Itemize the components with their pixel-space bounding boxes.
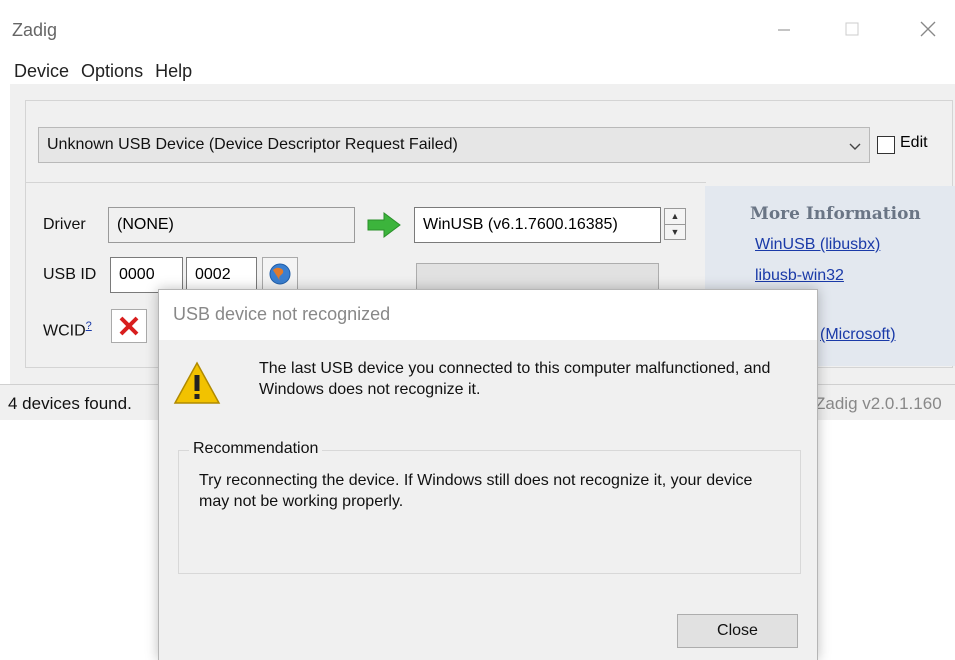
close-window-button[interactable] bbox=[908, 12, 948, 46]
spin-down-icon[interactable]: ▼ bbox=[665, 225, 685, 240]
globe-icon bbox=[269, 263, 291, 285]
more-info-title: More Information bbox=[750, 204, 921, 224]
driver-spinner[interactable]: ▲ ▼ bbox=[664, 208, 686, 240]
menu-bar: Device Options Help bbox=[8, 58, 198, 84]
dialog-body: The last USB device you connected to thi… bbox=[159, 340, 817, 660]
link-winusb[interactable]: WinUSB (libusbx) bbox=[755, 236, 880, 254]
usb-not-recognized-dialog: USB device not recognized The last USB d… bbox=[158, 289, 818, 660]
chevron-down-icon bbox=[849, 128, 861, 162]
link-libusb-win32[interactable]: libusb-win32 bbox=[755, 267, 844, 285]
minimize-icon bbox=[778, 29, 790, 31]
recommendation-group bbox=[178, 450, 801, 574]
link-microsoft[interactable]: (Microsoft) bbox=[820, 326, 896, 344]
red-x-icon bbox=[119, 316, 139, 336]
wcid-help-link[interactable]: ? bbox=[86, 320, 92, 332]
globe-button[interactable] bbox=[262, 257, 298, 291]
menu-options[interactable]: Options bbox=[75, 58, 149, 84]
window-title: Zadig bbox=[12, 20, 58, 40]
green-arrow-icon bbox=[366, 210, 404, 240]
warning-icon bbox=[173, 360, 221, 406]
dialog-message: The last USB device you connected to thi… bbox=[259, 360, 771, 398]
target-driver-field[interactable]: WinUSB (v6.1.7600.16385) bbox=[414, 207, 661, 243]
menu-device[interactable]: Device bbox=[8, 58, 75, 84]
recommendation-legend: Recommendation bbox=[189, 440, 323, 458]
usb-pid-field[interactable]: 0002 bbox=[186, 257, 257, 293]
dialog-title: USB device not recognized bbox=[173, 304, 391, 324]
close-dialog-button[interactable]: Close bbox=[677, 614, 798, 648]
usb-id-label: USB ID bbox=[43, 266, 97, 283]
status-device-count: 4 devices found. bbox=[8, 394, 132, 413]
device-select-value: Unknown USB Device (Device Descriptor Re… bbox=[47, 136, 458, 153]
menu-help[interactable]: Help bbox=[149, 58, 198, 84]
divider bbox=[26, 182, 706, 183]
edit-label: Edit bbox=[900, 134, 928, 151]
device-select[interactable]: Unknown USB Device (Device Descriptor Re… bbox=[38, 127, 870, 163]
usb-vid-field[interactable]: 0000 bbox=[110, 257, 183, 293]
driver-label: Driver bbox=[43, 216, 86, 233]
edit-checkbox[interactable] bbox=[877, 136, 895, 154]
status-version: Zadig v2.0.1.160 bbox=[815, 394, 942, 413]
wcid-label: WCID? bbox=[43, 320, 92, 340]
minimize-button[interactable] bbox=[764, 12, 804, 46]
recommendation-text: Try reconnecting the device. If Windows … bbox=[199, 472, 753, 510]
close-icon bbox=[920, 21, 936, 37]
maximize-button[interactable] bbox=[832, 12, 872, 46]
maximize-icon bbox=[845, 22, 859, 36]
spin-up-icon[interactable]: ▲ bbox=[665, 209, 685, 225]
current-driver-field: (NONE) bbox=[108, 207, 355, 243]
wcid-status bbox=[111, 309, 147, 343]
dialog-titlebar: USB device not recognized bbox=[159, 290, 817, 340]
